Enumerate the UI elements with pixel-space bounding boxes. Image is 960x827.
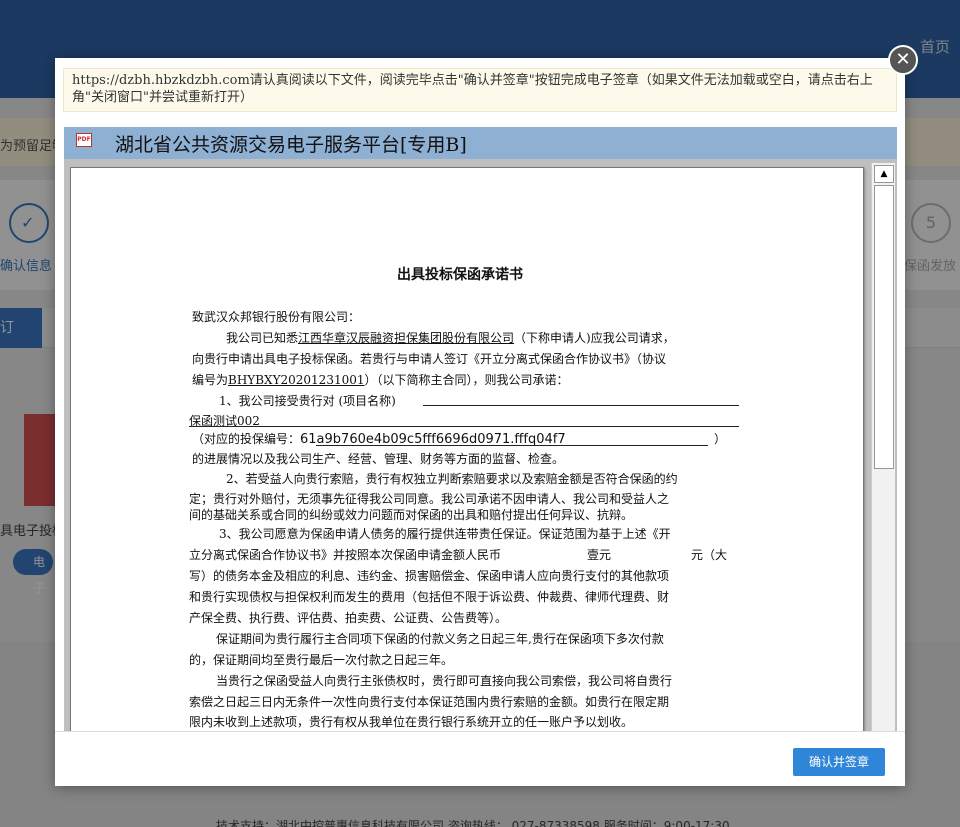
- doc-para-a-line1: 保证期间为贵行履行主合同项下保函的付款义务之日起三年,贵行在保函项下多次付款: [216, 632, 664, 646]
- doc-para-b-line3: 限内未收到上述款项，贵行有权从我单位在贵行银行系统开立的任一账户予以划收。: [189, 715, 634, 729]
- amount-cn: 壹元: [587, 548, 612, 562]
- dialog-footer: 确认并签章: [55, 731, 905, 786]
- pdf-viewer[interactable]: 出具投标保函承诺书 致武汉众邦银行股份有限公司： 我公司已知悉江西华章汉辰融资担…: [64, 159, 897, 731]
- doc-item3-line2-end: 元（大: [691, 548, 728, 562]
- doc-salutation: 致武汉众邦银行股份有限公司：: [192, 310, 361, 324]
- doc-item1-label: 1、我公司接受贵行对 (项目名称): [219, 394, 396, 408]
- doc-para-b-line1: 当贵行之保函受益人向贵行主张债权时，贵行即可直接向我公司索偿，我公司将自贵行: [216, 674, 673, 688]
- doc-item2-line3: 间的基础关系或合同的纠纷或效力问题而对保函的出具和赔付提出任何异议、抗辩。: [189, 508, 634, 522]
- doc-para-b-line2: 索偿之日起三日内无条件一次性向贵行支付本保证范围内贵行索赔的金额。如贵行在限定期: [189, 695, 670, 709]
- scroll-thumb[interactable]: [874, 185, 894, 469]
- sign-dialog: https://dzbh.hbzkdzbh.com请认真阅读以下文件，阅读完毕点…: [55, 58, 905, 786]
- close-icon[interactable]: ✕: [888, 45, 918, 75]
- vertical-scrollbar[interactable]: ▲: [871, 163, 895, 731]
- doc-item2-line1: 2、若受益人向贵行索赔，贵行有权独立判断索赔要求以及索赔金额是否符合保函的约: [226, 472, 678, 486]
- project-name-underline: [189, 426, 739, 427]
- doc-item1-code-end: ）: [714, 432, 727, 446]
- doc-item2-line2: 定；贵行对外赔付，无须事先征得我公司同意。我公司承诺不因申请人、我公司和受益人之: [189, 492, 670, 506]
- doc-item3-line3: 写）的债务本金及相应的利息、违约金、损害赔偿金、保函申请人应向贵行支付的其他款项: [189, 569, 670, 583]
- applicant-company: 江西华章汉辰融资担保集团股份有限公司: [298, 331, 515, 345]
- pdf-page: 出具投标保函承诺书 致武汉众邦银行股份有限公司： 我公司已知悉江西华章汉辰融资担…: [70, 167, 864, 731]
- doc-item3-line2: 立分离式保函合作协议书》并按照本次保函申请金额人民币: [189, 548, 502, 562]
- doc-title: 出具投标保函承诺书: [397, 267, 523, 283]
- doc-p1-line1: 我公司已知悉江西华章汉辰融资担保集团股份有限公司（下称申请人)应我公司请求，: [226, 331, 675, 345]
- viewer-titlebar: PDF 湖北省公共资源交易电子服务平台[专用B]: [64, 127, 897, 159]
- confirm-sign-button[interactable]: 确认并签章: [793, 748, 885, 776]
- policy-code-underline: [316, 445, 708, 446]
- viewer-title: 湖北省公共资源交易电子服务平台[专用B]: [115, 134, 467, 156]
- doc-item3-line4: 和贵行实现债权与担保权利而发生的费用（包括但不限于诉讼费、仲裁费、律师代理费、财: [189, 590, 670, 604]
- project-underline: [423, 405, 739, 406]
- doc-item3-line1: 3、我公司愿意为保函申请人债务的履行提供连带责任保证。保证范围为基于上述《开: [219, 527, 671, 541]
- instruction-text: https://dzbh.hbzkdzbh.com请认真阅读以下文件，阅读完毕点…: [63, 68, 897, 112]
- agreement-number: BHYBXY20201231001: [228, 373, 365, 387]
- doc-p1-line2: 向贵行申请出具电子投标保函。若贵行与申请人签订《开立分离式保函合作协议书》（协议: [192, 352, 667, 366]
- scroll-up-icon[interactable]: ▲: [874, 165, 894, 183]
- doc-item1-line3: 的进展情况以及我公司生产、经营、管理、财务等方面的监督、检查。: [192, 452, 565, 466]
- doc-para-a-line2: 的，保证期间均至贵行最后一次付款之日起三年。: [189, 653, 454, 667]
- doc-item3-line5: 产保全费、执行费、评估费、拍卖费、公证费、公告费等）。: [189, 611, 508, 625]
- doc-p1-line3: 编号为BHYBXY20201231001）（以下简称主合同），则我公司承诺：: [192, 373, 569, 387]
- pdf-icon: PDF: [76, 133, 92, 147]
